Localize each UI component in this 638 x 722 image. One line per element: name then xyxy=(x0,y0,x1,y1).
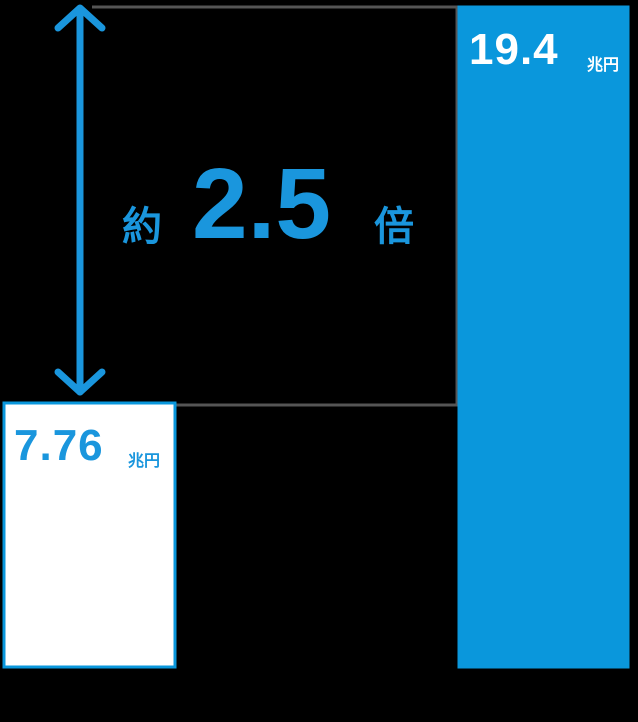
ratio-value: 2.5 xyxy=(192,148,331,260)
ratio-prefix: 約 xyxy=(122,205,162,249)
double-arrow-icon xyxy=(54,4,106,396)
bar-second-unit-label: 兆円 xyxy=(587,56,619,74)
bar-first-unit-label: 兆円 xyxy=(128,452,160,470)
comparison-bar-chart: 7.76 兆円 19.4 兆円 約 2.5 倍 xyxy=(2,4,630,669)
bar-second xyxy=(457,5,630,669)
bar-second-value-label: 19.4 xyxy=(469,25,559,74)
ratio-suffix: 倍 xyxy=(374,205,414,249)
bar-first-value-label: 7.76 xyxy=(14,421,104,470)
